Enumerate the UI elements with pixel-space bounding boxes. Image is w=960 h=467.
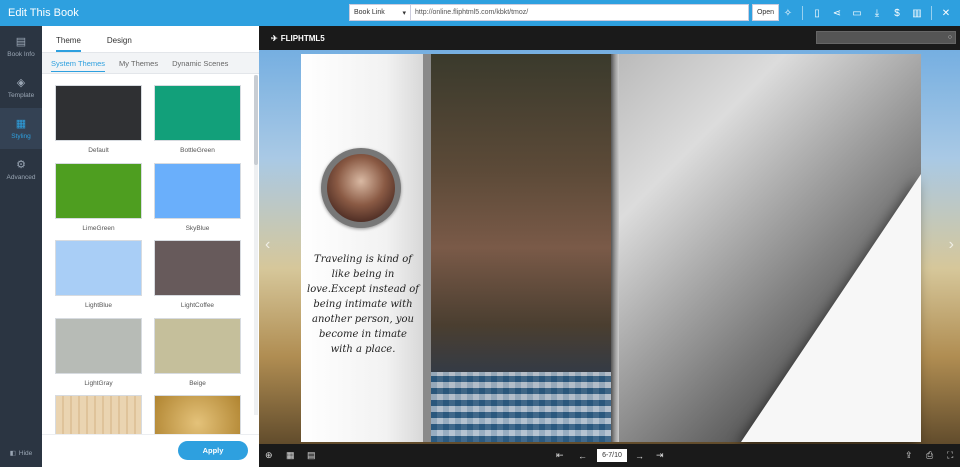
right-page xyxy=(611,54,921,442)
link-box: Book Link ▾ http://online.fliphtml5.com/… xyxy=(349,4,779,21)
open-button[interactable]: Open xyxy=(752,4,779,21)
theme-subtabs: System Themes My Themes Dynamic Scenes xyxy=(42,53,259,74)
page-indicator[interactable]: 6-7/10 xyxy=(597,449,627,462)
panel-footer: Apply xyxy=(42,434,259,467)
theme-label: LimeGreen xyxy=(82,225,115,232)
thumbnails-icon[interactable]: ▦ xyxy=(286,444,295,467)
left-rail: ▤ Book Info ◈ Template ▦ Styling ⚙ Advan… xyxy=(0,26,42,467)
print-icon[interactable]: ⎙ xyxy=(926,444,933,467)
theme-label: Beige xyxy=(189,380,206,387)
avatar xyxy=(321,148,401,228)
theme-label: BottleGreen xyxy=(180,147,215,154)
page-quote: Traveling is kind of like being in love.… xyxy=(307,254,419,355)
advanced-icon: ⚙ xyxy=(16,159,26,171)
toolbar-icons: ✧ ▯ ⋖ ▭ ⤓ $ ▥ ✕ xyxy=(778,0,960,26)
styling-icon: ▦ xyxy=(15,118,27,130)
quote-strip: Traveling is kind of like being in love.… xyxy=(301,54,423,442)
rail-item-advanced[interactable]: ⚙ Advanced xyxy=(0,149,42,190)
theme-label: LightCoffee xyxy=(180,302,215,309)
theme-tile-skyblue[interactable] xyxy=(154,163,241,219)
link-type-value: Book Link xyxy=(354,9,385,16)
hide-button[interactable]: ◧ Hide xyxy=(0,449,42,458)
subtab-my-themes[interactable]: My Themes xyxy=(119,55,158,71)
theme-tile-limegreen[interactable] xyxy=(55,163,142,219)
template-icon: ◈ xyxy=(16,77,26,89)
rail-item-book-info[interactable]: ▤ Book Info xyxy=(0,26,42,67)
logo-icon: ✈ xyxy=(271,33,278,43)
zoom-in-icon[interactable]: ⊕ xyxy=(265,444,273,467)
panel-scrollbar-thumb[interactable] xyxy=(254,75,258,165)
app-title: Edit This Book xyxy=(8,7,79,19)
collapse-icon: ◧ xyxy=(9,450,16,457)
toolbar-divider xyxy=(931,6,932,20)
rail-item-label: Advanced xyxy=(6,174,36,181)
theme-label: SkyBlue xyxy=(185,225,210,232)
theme-tile-lightblue[interactable] xyxy=(55,240,142,296)
preview-search-input[interactable]: ○ xyxy=(816,31,956,44)
book-preview: ✈ FLIPHTML5 ○ ‹ › Traveling is kind of l… xyxy=(259,26,960,467)
download-icon[interactable]: ⤓ xyxy=(867,0,887,26)
book-info-icon: ▤ xyxy=(15,36,27,48)
tab-theme[interactable]: Theme xyxy=(56,36,81,52)
theme-label: LightBlue xyxy=(84,302,113,309)
tablecloth-pattern xyxy=(431,372,611,442)
theme-tile-bottlegreen[interactable] xyxy=(154,85,241,141)
dollar-icon[interactable]: $ xyxy=(887,0,907,26)
link-type-select[interactable]: Book Link ▾ xyxy=(349,4,411,21)
subtab-system-themes[interactable]: System Themes xyxy=(51,55,106,72)
previous-page-icon[interactable]: ← xyxy=(578,444,587,467)
search-icon: ○ xyxy=(947,34,952,41)
tab-design[interactable]: Design xyxy=(107,36,132,52)
app-window: Edit This Book Book Link ▾ http://online… xyxy=(0,0,960,467)
document-icon[interactable]: ▯ xyxy=(807,0,827,26)
close-icon[interactable]: ✕ xyxy=(936,0,956,26)
screen-icon[interactable]: ▭ xyxy=(847,0,867,26)
top-bar: Edit This Book Book Link ▾ http://online… xyxy=(0,0,960,26)
theme-label: LightGray xyxy=(84,380,113,387)
panel-tabs: Theme Design xyxy=(42,26,259,53)
left-page: Traveling is kind of like being in love.… xyxy=(301,54,611,442)
first-page-icon[interactable]: ⇤ xyxy=(556,444,564,467)
styling-panel: Theme Design System Themes My Themes Dyn… xyxy=(42,26,259,467)
book-icon[interactable]: ▥ xyxy=(907,0,927,26)
fliphtml5-logo: ✈ FLIPHTML5 xyxy=(271,34,325,43)
theme-tile-lightcoffee[interactable] xyxy=(154,240,241,296)
hide-label: Hide xyxy=(18,449,33,457)
rail-item-styling[interactable]: ▦ Styling xyxy=(0,108,42,149)
theme-label: Default xyxy=(88,147,109,154)
book-spine xyxy=(611,54,619,442)
next-page-arrow-icon[interactable]: › xyxy=(949,236,954,254)
subtab-dynamic-scenes[interactable]: Dynamic Scenes xyxy=(172,55,228,71)
avatar-photo xyxy=(327,154,395,222)
logo-text: FLIPHTML5 xyxy=(280,33,325,43)
page-curl[interactable] xyxy=(741,174,921,442)
rail-item-template[interactable]: ◈ Template xyxy=(0,67,42,108)
theme-tile-lightgray[interactable] xyxy=(55,318,142,374)
toolbar-divider xyxy=(802,6,803,20)
preview-toolbar: ✈ FLIPHTML5 ○ xyxy=(259,26,960,50)
flipbook-spread[interactable]: Traveling is kind of like being in love.… xyxy=(301,54,921,442)
last-page-icon[interactable]: ⇥ xyxy=(656,444,664,467)
chevron-down-icon: ▾ xyxy=(402,9,406,17)
theme-tile-beige[interactable] xyxy=(154,318,241,374)
apply-button[interactable]: Apply xyxy=(178,441,248,460)
fullscreen-icon[interactable]: ⛶ xyxy=(947,444,953,467)
theme-tile-default[interactable] xyxy=(55,85,142,141)
rail-item-label: Book Info xyxy=(7,51,35,58)
magic-wand-icon[interactable]: ✧ xyxy=(778,0,798,26)
link-url-field[interactable]: http://online.fliphtml5.com/kbkt/tmoz/ xyxy=(411,4,749,21)
theme-grid: Default BottleGreen LimeGreen SkyBlue Li… xyxy=(42,75,259,464)
next-page-icon[interactable]: → xyxy=(635,444,644,467)
preview-bottom-bar: ⊕ ▦ ▤ ⇤ ← 6-7/10 → ⇥ ⇪ ⎙ ⛶ xyxy=(259,444,960,467)
share-icon[interactable]: ⋖ xyxy=(827,0,847,26)
share-icon[interactable]: ⇪ xyxy=(905,444,913,467)
table-of-contents-icon[interactable]: ▤ xyxy=(307,444,316,467)
rail-item-label: Template xyxy=(7,92,35,99)
rail-item-label: Styling xyxy=(11,133,31,140)
prev-page-arrow-icon[interactable]: ‹ xyxy=(265,236,270,254)
